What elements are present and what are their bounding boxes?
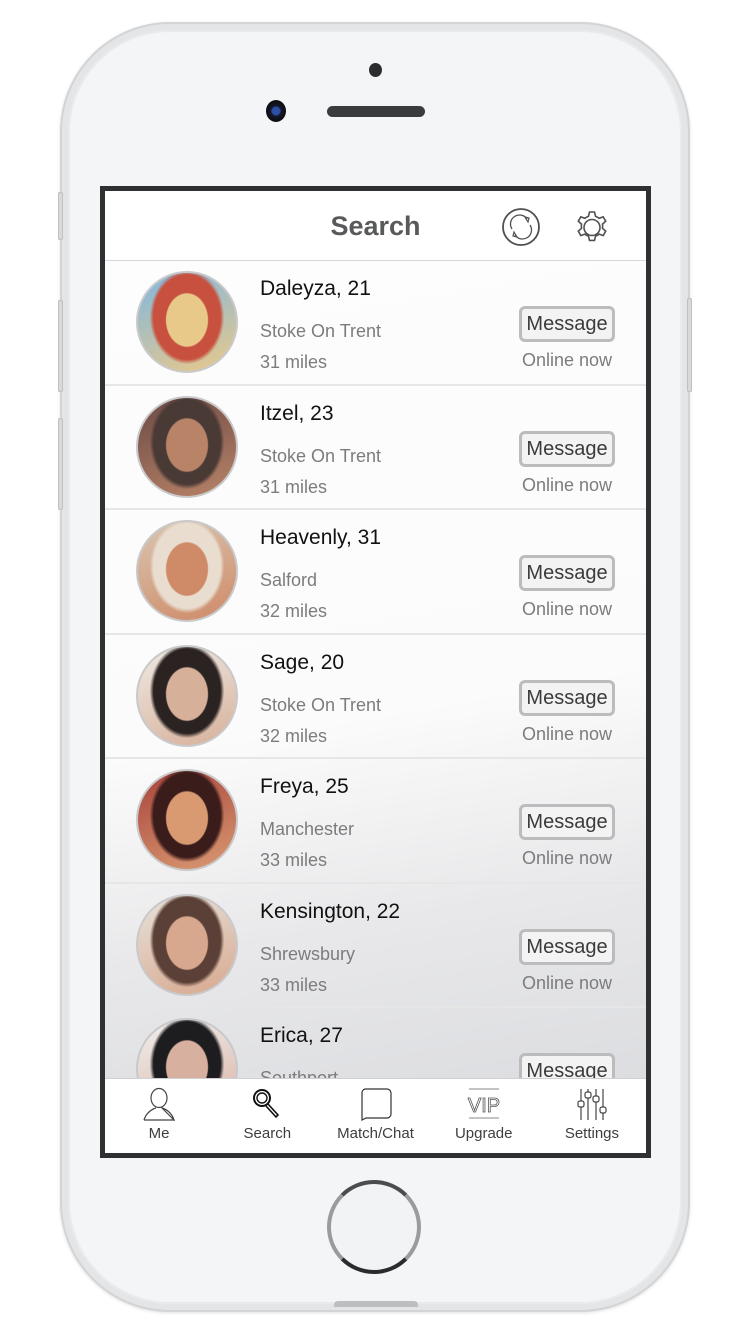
online-status: Online now (522, 723, 613, 744)
tab-search[interactable]: Search (213, 1079, 321, 1153)
home-button[interactable] (327, 1180, 421, 1274)
app-screen: Search Daleyza, 21 Stoke On Trent 31 mil… (105, 191, 646, 1153)
profile-row[interactable]: Itzel, 23 Stoke On Trent 31 miles Messag… (105, 386, 646, 510)
online-status: Online now (522, 350, 613, 370)
tab-match-chat[interactable]: Match/Chat (321, 1079, 429, 1153)
avatar[interactable] (136, 769, 238, 871)
profile-row[interactable]: Kensington, 22 Shrewsbury 33 miles Messa… (105, 884, 646, 1008)
message-button[interactable]: Message (519, 804, 615, 840)
profile-city: Southport (260, 1068, 339, 1078)
avatar[interactable] (136, 271, 238, 373)
volume-up-button (58, 300, 63, 392)
profile-row[interactable]: Erica, 27 Southport Message (105, 1008, 646, 1078)
refresh-icon[interactable] (501, 207, 541, 247)
person-icon (143, 1087, 176, 1121)
avatar[interactable] (136, 1018, 238, 1078)
avatar[interactable] (136, 395, 238, 498)
tab-label: Search (243, 1125, 292, 1142)
profile-name-age: Erica, 27 (260, 1024, 343, 1047)
profile-name-age: Kensington, 22 (260, 899, 401, 923)
profile-name-age: Daleyza, 21 (260, 277, 371, 300)
profile-distance: 31 miles (260, 476, 328, 497)
chat-bubble-icon (360, 1088, 392, 1121)
page-title: Search (330, 211, 421, 241)
online-status: Online now (522, 599, 613, 619)
gear-icon[interactable] (572, 207, 612, 247)
tab-upgrade[interactable]: VIP Upgrade (430, 1079, 538, 1153)
profile-row[interactable]: Daleyza, 21 Stoke On Trent 31 miles Mess… (105, 261, 646, 386)
online-status: Online now (522, 474, 613, 495)
lightning-port (334, 1301, 418, 1307)
profile-city: Manchester (260, 819, 355, 839)
earpiece-speaker (327, 106, 425, 117)
screen: Search Daleyza, 21 Stoke On Trent 31 mil… (100, 186, 651, 1158)
message-button[interactable]: Message (519, 928, 615, 965)
avatar[interactable] (136, 644, 238, 747)
power-button (687, 298, 692, 392)
tab-label: Match/Chat (337, 1125, 414, 1142)
profile-city: Shrewsbury (260, 943, 356, 964)
profile-name-age: Sage, 20 (260, 650, 345, 674)
tab-me[interactable]: Me (105, 1079, 213, 1153)
volume-down-button (58, 418, 63, 510)
message-button[interactable]: Message (519, 679, 615, 716)
profile-row[interactable]: Heavenly, 31 Salford 32 miles Message On… (105, 510, 646, 635)
profile-distance: 32 miles (260, 725, 328, 746)
profile-name-age: Itzel, 23 (260, 401, 334, 425)
avatar[interactable] (136, 520, 238, 622)
front-camera (266, 100, 286, 122)
online-status: Online now (522, 848, 613, 868)
vip-icon: VIP (467, 1088, 500, 1119)
tab-settings[interactable]: Settings (538, 1079, 646, 1153)
profile-distance: 31 miles (260, 352, 328, 372)
proximity-sensor (369, 63, 382, 77)
message-button[interactable]: Message (519, 430, 615, 467)
tab-label: Settings (564, 1125, 620, 1142)
nav-bar: Search (105, 191, 646, 261)
tab-bar: Me Search Match/Chat VIP Upgrade Setting… (105, 1078, 646, 1153)
message-button[interactable]: Message (519, 555, 615, 591)
profile-distance: 33 miles (260, 850, 328, 870)
mute-switch (58, 192, 63, 240)
profile-row[interactable]: Freya, 25 Manchester 33 miles Message On… (105, 759, 646, 884)
profile-name-age: Heavenly, 31 (260, 526, 382, 549)
profile-city: Stoke On Trent (260, 694, 382, 715)
avatar[interactable] (136, 893, 238, 996)
profile-distance: 33 miles (260, 974, 328, 995)
profile-distance: 32 miles (260, 601, 328, 621)
message-button[interactable]: Message (519, 1053, 615, 1078)
profile-city: Stoke On Trent (260, 321, 382, 341)
sliders-icon (577, 1089, 607, 1120)
svg-text:VIP: VIP (468, 1095, 500, 1117)
tab-label: Me (148, 1125, 170, 1142)
profile-city: Stoke On Trent (260, 445, 382, 466)
profile-row[interactable]: Sage, 20 Stoke On Trent 32 miles Message… (105, 635, 646, 759)
profile-city: Salford (260, 570, 318, 590)
magnifier-icon (253, 1089, 280, 1119)
message-button[interactable]: Message (519, 306, 615, 342)
online-status: Online now (522, 972, 613, 993)
profile-list[interactable]: Daleyza, 21 Stoke On Trent 31 miles Mess… (105, 261, 646, 1078)
tab-label: Upgrade (454, 1125, 513, 1142)
profile-name-age: Freya, 25 (260, 775, 349, 798)
